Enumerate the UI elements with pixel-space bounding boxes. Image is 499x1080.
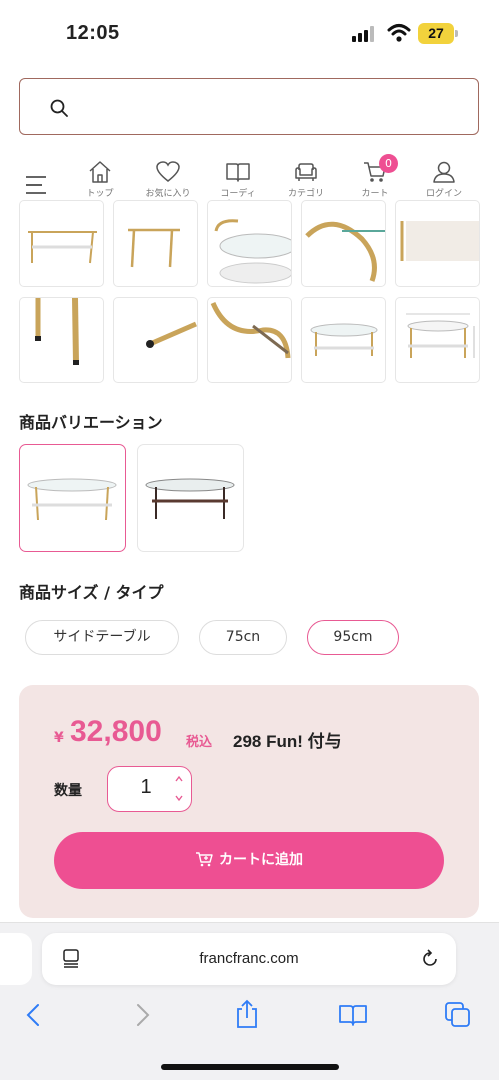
fun-points: 298 Fun! 付与 (233, 732, 342, 751)
nav-label: カート (361, 188, 389, 198)
product-thumbnail[interactable] (19, 200, 104, 287)
heart-icon (156, 161, 180, 182)
sofa-icon (295, 163, 317, 181)
search-icon (50, 99, 68, 117)
share-icon[interactable] (234, 999, 260, 1029)
product-thumbnail[interactable] (19, 297, 104, 383)
product-thumbnail[interactable] (113, 200, 198, 287)
status-time: 12:05 (66, 22, 120, 44)
url-text: francfranc.com (199, 950, 299, 967)
search-input[interactable] (80, 93, 460, 121)
quantity-label: 数量 (54, 783, 82, 799)
back-icon[interactable] (24, 1003, 44, 1027)
price-currency: ¥ (54, 730, 64, 746)
size-option-95[interactable]: 95cm (307, 620, 399, 655)
user-icon (433, 161, 455, 183)
battery-indicator: 27 (418, 23, 458, 44)
product-thumbnail[interactable] (207, 200, 292, 287)
cart-add-icon (196, 851, 213, 866)
reload-icon[interactable] (420, 949, 440, 969)
signal-icon (352, 26, 374, 42)
product-thumbnail[interactable] (301, 200, 386, 287)
chevron-down-icon[interactable] (174, 794, 184, 802)
nav-item-login[interactable]: ログイン (414, 160, 474, 199)
nav-label: ログイン (425, 188, 462, 198)
product-thumbnail[interactable] (395, 200, 480, 287)
wifi-icon (387, 24, 411, 42)
add-to-cart-label: カートに追加 (219, 852, 303, 868)
search-box[interactable] (19, 78, 479, 135)
product-thumbnail[interactable] (207, 297, 292, 383)
size-option-side-table[interactable]: サイドテーブル (25, 620, 179, 655)
price-amount: 32,800 (70, 715, 162, 748)
nav-item-top[interactable]: トップ (70, 160, 130, 199)
nav-label: トップ (86, 188, 114, 198)
cart-count-badge: 0 (379, 154, 398, 173)
menu-icon[interactable] (25, 175, 47, 195)
nav-item-category[interactable]: カテゴリ (276, 160, 336, 199)
home-icon (89, 161, 111, 183)
size-option-75[interactable]: 75cn (199, 620, 287, 655)
quantity-value: 1 (140, 776, 152, 798)
variation-option-brown[interactable] (137, 444, 244, 552)
previous-tab[interactable] (0, 933, 32, 985)
product-thumbnail[interactable] (395, 297, 480, 383)
size-title: 商品サイズ / タイプ (19, 583, 164, 602)
chevron-up-icon[interactable] (174, 775, 184, 783)
add-to-cart-button[interactable]: カートに追加 (54, 832, 444, 889)
address-bar[interactable]: francfranc.com (42, 933, 456, 985)
variation-title: 商品バリエーション (19, 413, 163, 432)
book-icon (226, 163, 250, 182)
forward-icon[interactable] (132, 1003, 152, 1027)
nav-label: お気に入り (145, 188, 191, 198)
status-bar: 12:05 27 (0, 0, 499, 70)
home-indicator (161, 1064, 339, 1070)
quantity-stepper[interactable]: 1 (107, 766, 192, 812)
product-thumbnail[interactable] (113, 297, 198, 383)
product-thumbnail[interactable] (301, 297, 386, 383)
variation-option-gold[interactable] (19, 444, 126, 552)
nav-item-favorites[interactable]: お気に入り (138, 160, 198, 199)
bookmarks-icon[interactable] (338, 1003, 368, 1027)
tabs-icon[interactable] (444, 1001, 472, 1029)
tax-label: 税込 (186, 735, 213, 750)
nav-label: カテゴリ (287, 188, 324, 198)
